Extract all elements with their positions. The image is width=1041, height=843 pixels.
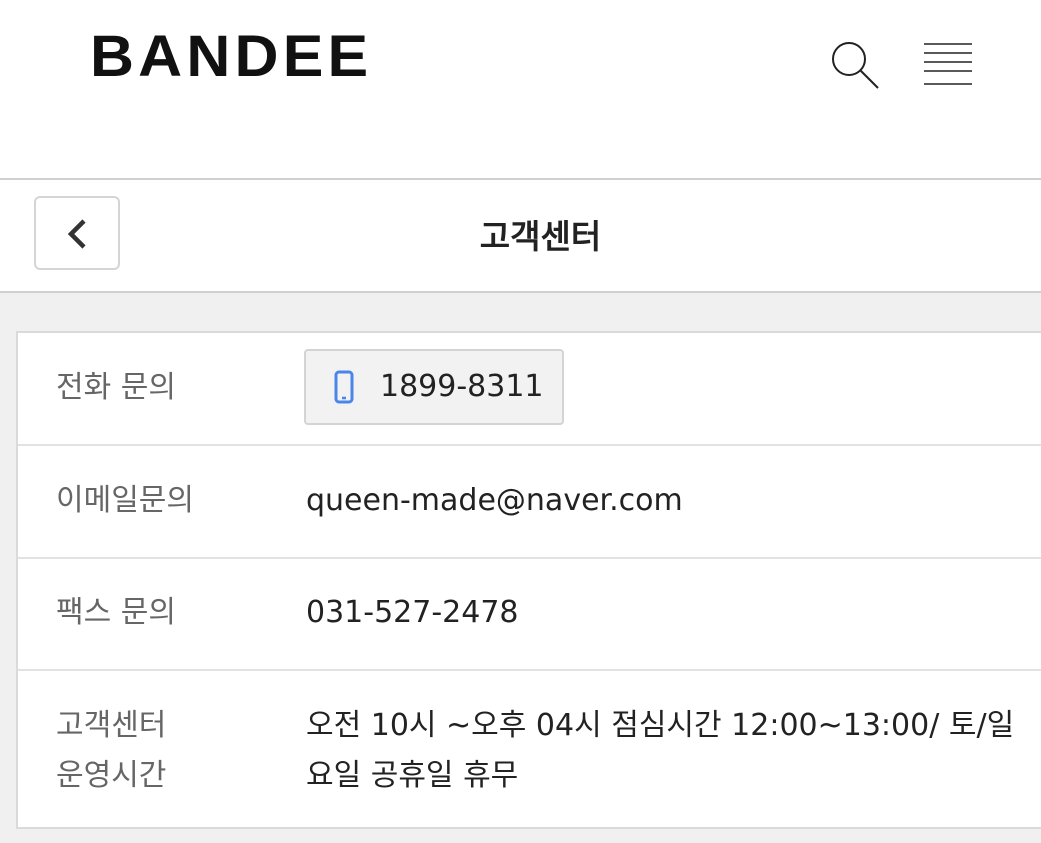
fax-value: 031-527-2478 bbox=[306, 595, 519, 630]
brand-logo[interactable]: BANDEE bbox=[90, 28, 372, 86]
phone-label: 전화 문의 bbox=[56, 370, 176, 405]
content-area: 전화 문의 1899-8311 이메일문의 queen-made@naver.c… bbox=[0, 293, 1041, 843]
hours-label-line2: 운영시간 bbox=[56, 758, 167, 793]
fax-label: 팩스 문의 bbox=[56, 595, 176, 630]
email-label: 이메일문의 bbox=[56, 483, 194, 518]
top-header: BANDEE bbox=[0, 0, 1041, 178]
mobile-phone-icon bbox=[334, 370, 354, 404]
search-button[interactable] bbox=[828, 38, 880, 90]
email-value[interactable]: queen-made@naver.com bbox=[306, 476, 683, 526]
customer-center-info-table: 전화 문의 1899-8311 이메일문의 queen-made@naver.c… bbox=[16, 331, 1041, 829]
hours-label-line1: 고객센터 bbox=[56, 708, 167, 743]
phone-call-button[interactable]: 1899-8311 bbox=[304, 349, 564, 425]
chevron-left-icon bbox=[67, 219, 86, 249]
email-row: 이메일문의 queen-made@naver.com bbox=[18, 446, 1041, 559]
menu-button[interactable] bbox=[922, 38, 974, 90]
hours-value-line1: 오전 10시 ~오후 04시 점심시간 12:00~13:00/ 토/일 bbox=[306, 708, 1015, 743]
back-button[interactable] bbox=[34, 196, 120, 270]
phone-number: 1899-8311 bbox=[380, 369, 544, 404]
hours-row: 고객센터 운영시간 오전 10시 ~오후 04시 점심시간 12:00~13:0… bbox=[18, 671, 1041, 829]
page-title: 고객센터 bbox=[479, 217, 602, 256]
phone-row: 전화 문의 1899-8311 bbox=[18, 333, 1041, 446]
hamburger-menu-icon bbox=[924, 43, 972, 85]
hours-value-line2: 요일 공휴일 휴무 bbox=[306, 758, 519, 793]
sub-header: 고객센터 bbox=[0, 178, 1041, 293]
fax-row: 팩스 문의 031-527-2478 bbox=[18, 559, 1041, 671]
search-icon bbox=[832, 42, 879, 89]
